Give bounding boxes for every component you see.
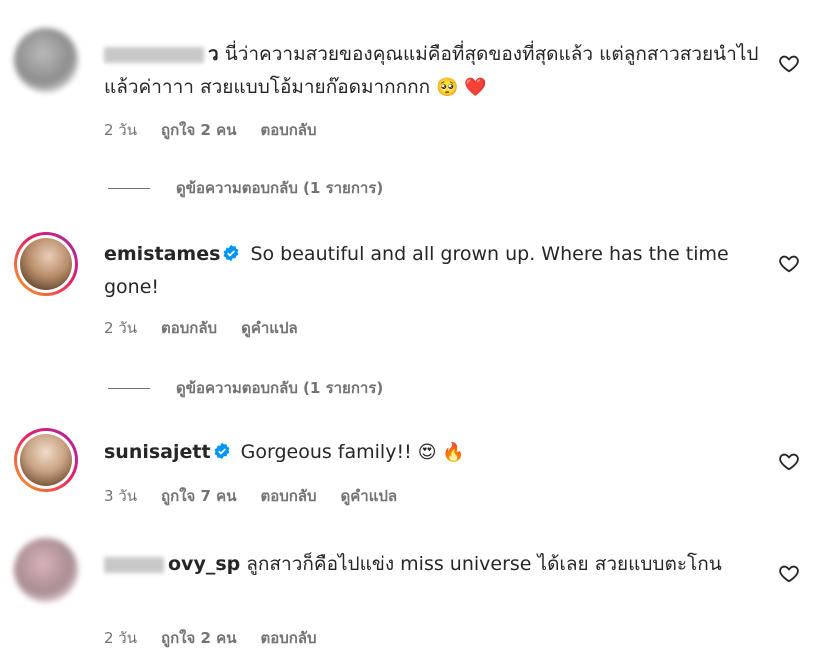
divider-line xyxy=(108,187,150,189)
view-replies-button[interactable]: ดูข้อความตอบกลับ (1 รายการ) xyxy=(108,376,383,400)
avatar[interactable] xyxy=(14,538,78,602)
comment-meta: 2 วัน ตอบกลับ ดูคำแปล xyxy=(104,316,298,340)
like-heart-icon[interactable] xyxy=(778,252,800,274)
likes-count[interactable]: ถูกใจ 2 คน xyxy=(161,118,236,142)
comment-text: ovy_sp ลูกสาวก็คือไปแข่ง miss universe ไ… xyxy=(104,548,764,581)
username[interactable]: sunisajett xyxy=(104,441,211,463)
avatar[interactable] xyxy=(14,428,78,492)
username[interactable]: emistames xyxy=(104,243,220,265)
emoji-reactions: 😍 🔥 xyxy=(417,442,465,463)
reply-button[interactable]: ตอบกลับ xyxy=(161,316,217,340)
reply-button[interactable]: ตอบกลับ xyxy=(260,118,316,142)
like-heart-icon[interactable] xyxy=(778,562,800,584)
timestamp: 2 วัน xyxy=(104,319,137,337)
likes-count[interactable]: ถูกใจ 2 คน xyxy=(161,626,236,650)
like-heart-icon[interactable] xyxy=(778,450,800,472)
verified-badge-icon xyxy=(223,244,239,262)
divider-line xyxy=(108,387,150,389)
comment-meta: 2 วัน ถูกใจ 2 คน ตอบกลับ xyxy=(104,626,317,650)
comment-text: emistames So beautiful and all grown up.… xyxy=(104,238,764,304)
blurred-username xyxy=(104,556,164,573)
timestamp: 3 วัน xyxy=(104,487,137,505)
likes-count[interactable]: ถูกใจ 7 คน xyxy=(161,484,236,508)
username[interactable]: ovy_sp xyxy=(168,553,240,575)
comment-meta: 3 วัน ถูกใจ 7 คน ตอบกลับ ดูคำแปล xyxy=(104,484,397,508)
reply-button[interactable]: ตอบกลับ xyxy=(260,626,316,650)
timestamp: 2 วัน xyxy=(104,121,137,139)
reply-button[interactable]: ตอบกลับ xyxy=(260,484,316,508)
translate-button[interactable]: ดูคำแปล xyxy=(341,484,398,508)
like-heart-icon[interactable] xyxy=(778,52,800,74)
comment-body: Gorgeous family!! xyxy=(240,441,412,463)
blurred-username xyxy=(104,46,204,63)
translate-button[interactable]: ดูคำแปล xyxy=(241,316,298,340)
emoji-reactions: 🥺 ❤️ xyxy=(436,77,487,98)
comment-text: sunisajett Gorgeous family!! 😍 🔥 xyxy=(104,436,764,469)
view-replies-button[interactable]: ดูข้อความตอบกลับ (1 รายการ) xyxy=(108,176,383,200)
comment-text: ว นี่ว่าความสวยของคุณแม่คือที่สุดของที่ส… xyxy=(104,38,764,104)
comment-meta: 2 วัน ถูกใจ 2 คน ตอบกลับ xyxy=(104,118,317,142)
avatar[interactable] xyxy=(14,232,78,296)
comment-body: ลูกสาวก็คือไปแข่ง miss universe ได้เลย ส… xyxy=(246,553,722,575)
view-replies-label: ดูข้อความตอบกลับ (1 รายการ) xyxy=(176,179,384,197)
avatar[interactable] xyxy=(14,28,78,92)
verified-badge-icon xyxy=(214,442,230,460)
view-replies-label: ดูข้อความตอบกลับ (1 รายการ) xyxy=(176,379,384,397)
timestamp: 2 วัน xyxy=(104,629,137,647)
username[interactable]: ว xyxy=(208,43,219,65)
